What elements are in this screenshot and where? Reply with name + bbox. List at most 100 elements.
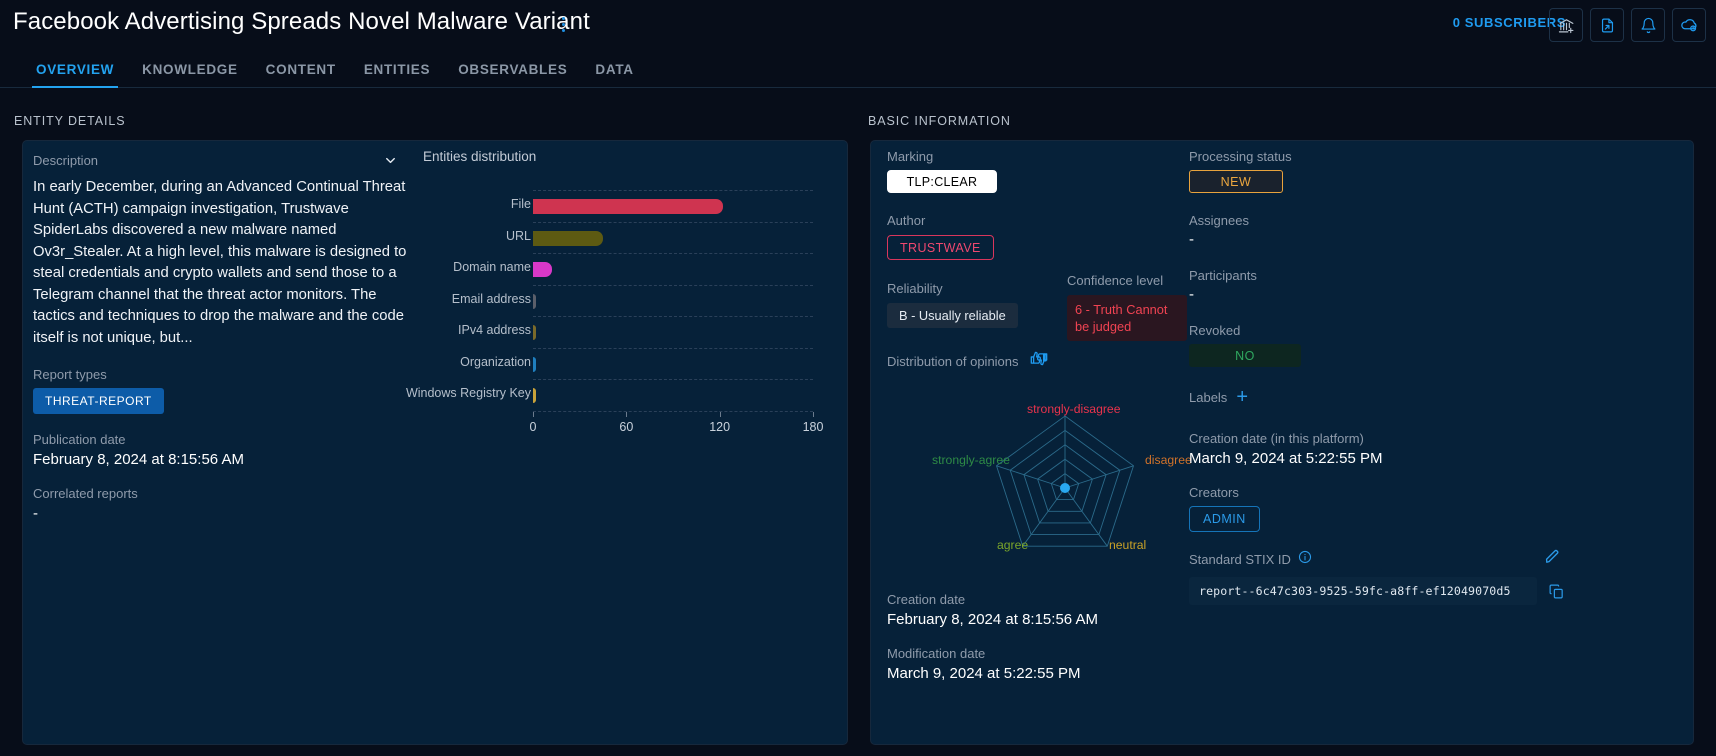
entity-details-panel: Description In early December, during an… [22,140,848,745]
bar-track [533,221,813,254]
assignees-block: Assignees - [1189,213,1569,248]
axis-tick [813,411,814,417]
tab-overview[interactable]: OVERVIEW [22,62,128,88]
bar[interactable] [533,356,537,372]
copy-icon[interactable] [1543,578,1569,604]
creators-label: Creators [1189,485,1239,500]
file-export-icon [1599,17,1616,34]
basic-information-panel: Marking TLP:CLEAR Author TRUSTWAVE Relia… [870,140,1694,745]
bar[interactable] [533,262,552,277]
bar-category-label: Organization [460,354,531,369]
basic-info-right-column: Processing status NEW Assignees - Partic… [1189,149,1569,605]
stix-id-label: Standard STIX ID [1189,552,1291,567]
modification-date-block: Modification date March 9, 2024 at 5:22:… [887,646,1257,682]
report-types-block: Report types THREAT-REPORT [33,367,433,414]
reliability-chip[interactable]: B - Usually reliable [887,303,1018,328]
assignees-value: - [1189,231,1194,248]
page-title: Facebook Advertising Spreads Novel Malwa… [13,8,590,35]
bar-row: Email address [423,284,823,317]
bar-category-label: IPv4 address [458,323,531,337]
confidence-chip[interactable]: 6 - Truth Cannot be judged [1067,295,1187,341]
tab-knowledge[interactable]: KNOWLEDGE [128,62,252,87]
participants-label: Participants [1189,268,1257,283]
radar-spoke [996,465,1066,489]
marking-chip[interactable]: TLP:CLEAR [887,170,997,193]
add-to-container-button[interactable] [1549,8,1583,42]
radar-label-disagree: disagree [1145,453,1192,467]
modification-date-label: Modification date [887,646,986,661]
axis-tick-label: 180 [802,419,824,434]
author-chip[interactable]: TRUSTWAVE [887,235,994,260]
bar-category-label: File [510,197,531,211]
participants-value: - [1189,286,1194,303]
info-icon[interactable] [1298,550,1312,569]
bar-category-label: URL [505,228,531,243]
radar-spokes [996,416,1134,547]
chevron-down-icon[interactable] [379,149,401,171]
radar-label-strongly-disagree: strongly-disagree [1027,402,1121,416]
radar-svg [995,415,1135,547]
basic-information-heading: BASIC INFORMATION [868,114,1011,128]
creator-chip[interactable]: ADMIN [1189,506,1260,532]
assignees-label: Assignees [1189,213,1249,228]
processing-status-chip[interactable]: NEW [1189,170,1283,193]
bar-row: File [423,190,823,222]
cloud-refresh-icon [1680,16,1698,34]
revoked-block: Revoked NO [1189,323,1569,367]
stix-id-value: report--6c47c303-9525-59fc-a8ff-ef120490… [1189,577,1537,605]
correlated-reports-label: Correlated reports [33,486,138,501]
correlated-reports-value: - [33,505,38,522]
modification-date-value: March 9, 2024 at 5:22:55 PM [887,665,1081,682]
bar[interactable] [533,293,537,309]
bar[interactable] [533,325,537,340]
participants-block: Participants - [1189,268,1569,303]
edit-stix-id-icon[interactable] [1543,548,1565,570]
publication-date-value: February 8, 2024 at 8:15:56 AM [33,451,244,468]
notifications-button[interactable] [1631,8,1665,42]
add-label-icon[interactable]: + [1236,387,1248,407]
bar[interactable] [533,199,723,214]
export-file-button[interactable] [1590,8,1624,42]
tab-entities[interactable]: ENTITIES [350,62,444,87]
bar-chart-body: File URL Domain name Email address IPv4 addr… [406,190,823,411]
processing-status-label: Processing status [1189,149,1292,164]
bar-category-label: Domain name [453,260,531,274]
bar-track [533,347,813,380]
radar-center-point [1060,483,1070,493]
bar-track [533,316,813,348]
tab-observables[interactable]: OBSERVABLES [444,62,581,87]
more-options-button[interactable] [552,12,574,36]
kebab-dot [561,22,565,26]
bank-plus-icon [1558,17,1575,34]
platform-creation-block: Creation date (in this platform) March 9… [1189,431,1569,467]
chart-x-axis: 0 60 120 180 [530,410,823,441]
radar-spoke [1064,487,1108,547]
radar-label-agree: agree [997,538,1029,552]
opinions-radar-chart: strongly-disagree disagree neutral agree… [887,388,1227,578]
report-type-chip[interactable]: THREAT-REPORT [33,388,164,414]
report-types-label: Report types [33,367,107,382]
report-overview-page: Facebook Advertising Spreads Novel Malwa… [0,0,1716,756]
bar[interactable] [533,388,537,403]
bell-icon [1640,17,1657,34]
platform-creation-value: March 9, 2024 at 5:22:55 PM [1189,450,1383,467]
entity-details-heading: ENTITY DETAILS [14,114,126,128]
thumbs-updown-icon[interactable] [1029,350,1049,372]
platform-creation-label: Creation date (in this platform) [1189,431,1364,446]
bar-row: Domain name [423,253,823,285]
creators-block: Creators ADMIN [1189,485,1569,532]
bar-track [533,284,813,317]
bar[interactable] [533,230,603,246]
description-column: Description In early December, during an… [33,149,433,522]
entities-distribution-chart: Entities distribution File URL Domain name… [406,149,839,441]
chart-title: Entities distribution [423,149,537,164]
axis-tick [533,411,534,417]
creation-date-value: February 8, 2024 at 8:15:56 AM [887,611,1098,628]
description-label: Description [33,152,99,168]
tab-data[interactable]: DATA [581,62,647,87]
header-actions [1549,8,1706,42]
publication-date-block: Publication date February 8, 2024 at 8:1… [33,432,433,468]
sync-cloud-button[interactable] [1672,8,1706,42]
tab-content[interactable]: CONTENT [252,62,350,87]
tab-bar: OVERVIEW KNOWLEDGE CONTENT ENTITIES OBSE… [0,52,1716,88]
